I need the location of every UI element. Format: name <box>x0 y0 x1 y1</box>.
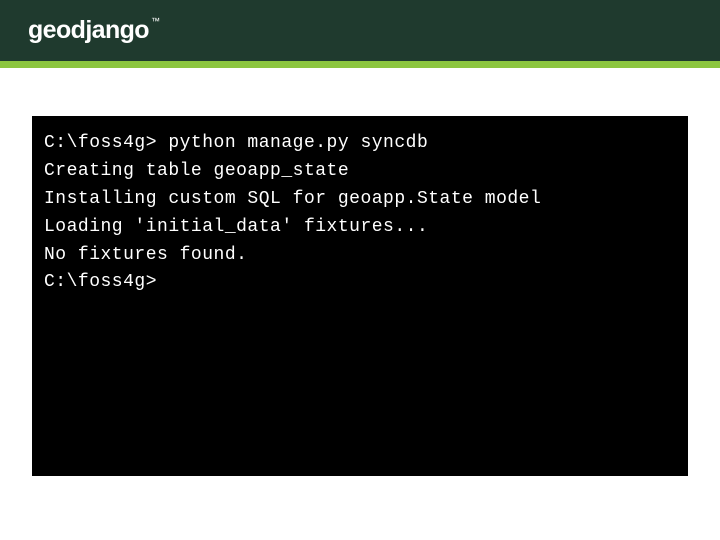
header-bar: geodjango™ <box>0 0 720 68</box>
trademark-icon: ™ <box>151 16 159 26</box>
terminal-line: Creating table geoapp_state <box>44 158 676 186</box>
terminal-window: C:\foss4g> python manage.py syncdb Creat… <box>32 116 688 476</box>
terminal-line: Loading 'initial_data' fixtures... <box>44 214 676 242</box>
terminal-line: Installing custom SQL for geoapp.State m… <box>44 186 676 214</box>
terminal-line: C:\foss4g> python manage.py syncdb <box>44 130 676 158</box>
terminal-line: C:\foss4g> <box>44 269 676 297</box>
logo: geodjango™ <box>28 16 159 45</box>
logo-text: geodjango <box>28 16 149 44</box>
terminal-line: No fixtures found. <box>44 242 676 270</box>
